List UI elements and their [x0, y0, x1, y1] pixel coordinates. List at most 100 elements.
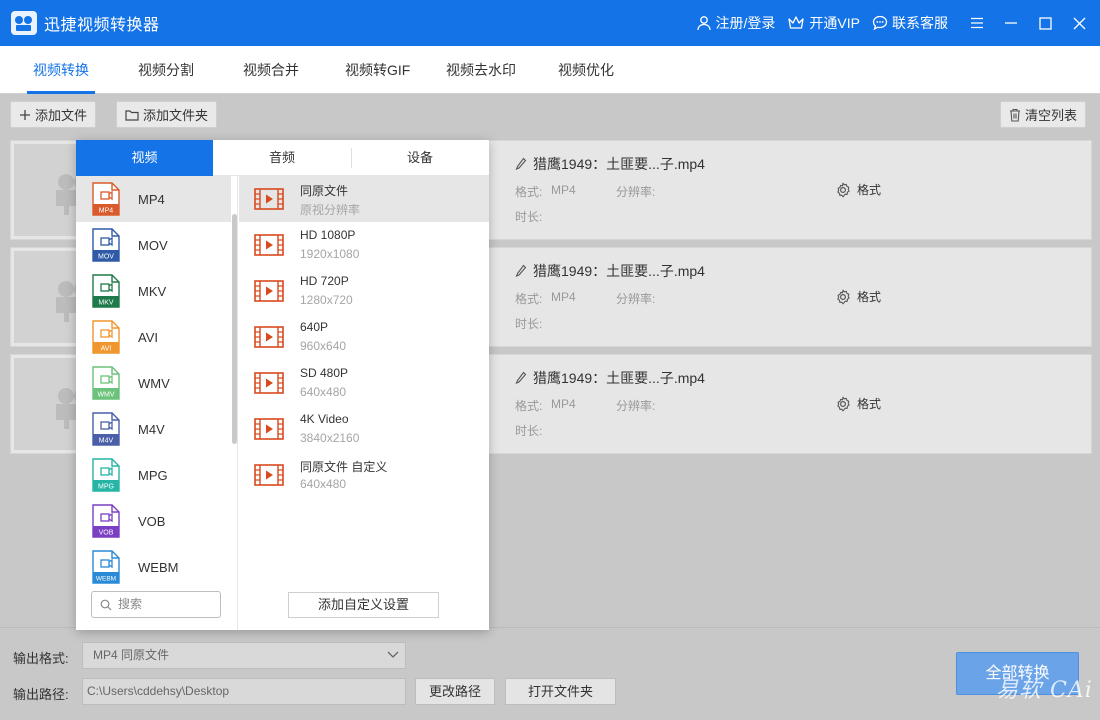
tab-video-to-gif[interactable]: 视频转GIF: [345, 46, 410, 94]
bottom-bar: 输出格式: MP4 同原文件 输出路径: C:\Users\cddehsy\De…: [0, 627, 1100, 720]
format-label: 格式:: [515, 185, 543, 199]
preset-item[interactable]: HD 720P 1280x720: [239, 268, 489, 314]
title-bar: 迅捷视频转换器 注册/登录 开通VIP 联系客服: [0, 0, 1100, 46]
video-file-icon: [254, 372, 284, 394]
format-item-avi[interactable]: AVI AVI: [76, 314, 231, 360]
format-label: WMV: [138, 375, 170, 391]
tab-remove-watermark[interactable]: 视频去水印: [446, 46, 516, 94]
video-file-icon: [254, 418, 284, 440]
svg-text:MKV: MKV: [98, 300, 114, 307]
vip-label: 开通VIP: [809, 15, 860, 31]
login-link[interactable]: 注册/登录: [696, 13, 776, 33]
format-item-m4v[interactable]: M4V M4V: [76, 406, 231, 452]
video-file-icon: [254, 234, 284, 256]
format-settings-button[interactable]: 格式: [835, 288, 881, 305]
plus-icon: [20, 109, 30, 120]
output-path-field[interactable]: C:\Users\cddehsy\Desktop: [82, 678, 406, 705]
format-search-input[interactable]: 搜索: [91, 591, 221, 618]
tab-video-split[interactable]: 视频分割: [138, 46, 194, 94]
add-folder-button[interactable]: 添加文件夹: [116, 101, 218, 128]
svg-text:WEBM: WEBM: [96, 576, 116, 583]
vob-file-icon: VOB: [92, 504, 120, 538]
login-label: 注册/登录: [715, 15, 776, 31]
avi-file-icon: AVI: [92, 320, 120, 354]
mpg-file-icon: MPG: [92, 458, 120, 492]
m4v-file-icon: M4V: [92, 412, 120, 446]
add-file-button[interactable]: 添加文件: [10, 101, 97, 128]
file-name-text: 猎鹰1949：土匪要...子.mp4: [533, 263, 705, 279]
search-placeholder: 搜索: [118, 597, 143, 611]
preset-item[interactable]: SD 480P 640x480: [239, 360, 489, 406]
tab-audio[interactable]: 音频: [213, 140, 351, 176]
preset-name: 同原文件: [300, 184, 349, 198]
tab-video-optimize[interactable]: 视频优化: [558, 46, 614, 94]
minimize-button[interactable]: [994, 0, 1028, 46]
file-name[interactable]: 猎鹰1949：土匪要...子.mp4: [515, 368, 705, 388]
output-format-select[interactable]: MP4 同原文件: [82, 642, 406, 669]
edit-icon: [515, 264, 527, 277]
file-name[interactable]: 猎鹰1949：土匪要...子.mp4: [515, 154, 705, 174]
add-custom-setting-button[interactable]: 添加自定义设置: [288, 592, 439, 618]
service-label: 联系客服: [892, 15, 948, 31]
format-item-vob[interactable]: VOB VOB: [76, 498, 231, 544]
tab-device[interactable]: 设备: [351, 140, 489, 176]
minimize-icon: [1005, 22, 1017, 24]
format-item-mp4[interactable]: MP4 MP4: [76, 176, 231, 222]
format-settings-button[interactable]: 格式: [835, 181, 881, 198]
output-path-label: 输出路径:: [13, 687, 69, 702]
format-value: MP4: [551, 290, 576, 304]
format-item-wmv[interactable]: WMV WMV: [76, 360, 231, 406]
preset-item[interactable]: HD 1080P 1920x1080: [239, 222, 489, 268]
format-label: MPG: [138, 467, 168, 483]
format-item-mov[interactable]: MOV MOV: [76, 222, 231, 268]
toolbar: 添加文件 添加文件夹 清空列表: [0, 94, 1100, 136]
format-label: MKV: [138, 283, 167, 299]
svg-text:M4V: M4V: [99, 438, 114, 445]
preset-item[interactable]: 同原文件 原视分辨率: [239, 176, 489, 222]
video-thumbnail: [14, 251, 92, 343]
preset-item[interactable]: 4K Video 3840x2160: [239, 406, 489, 452]
tab-video-convert[interactable]: 视频转换: [27, 46, 95, 94]
output-format-label: 输出格式:: [13, 651, 69, 666]
open-folder-button[interactable]: 打开文件夹: [505, 678, 616, 705]
mp4-file-icon: MP4: [92, 182, 120, 216]
clear-list-button[interactable]: 清空列表: [1000, 101, 1087, 128]
format-item-mpg[interactable]: MPG MPG: [76, 452, 231, 498]
gear-icon: [837, 289, 850, 304]
svg-text:AVI: AVI: [101, 346, 112, 353]
format-value: MP4: [551, 397, 576, 411]
format-label: AVI: [138, 329, 158, 345]
folder-icon: [125, 109, 139, 121]
preset-name: 4K Video: [300, 412, 349, 426]
format-value: MP4: [551, 183, 576, 197]
tab-video-merge[interactable]: 视频合并: [243, 46, 299, 94]
video-file-icon: [254, 464, 284, 486]
watermark-logo: 易软 CAi: [996, 678, 1093, 703]
preset-item[interactable]: 同原文件 自定义 640x480: [239, 452, 489, 498]
maximize-button[interactable]: [1028, 0, 1062, 46]
chat-icon: [872, 15, 888, 31]
resolution-label: 分辨率:: [616, 185, 656, 199]
format-item-mkv[interactable]: MKV MKV: [76, 268, 231, 314]
svg-text:MP4: MP4: [99, 208, 114, 215]
gear-icon: [837, 182, 850, 197]
main-nav: 视频转换 视频分割 视频合并 视频转GIF 视频去水印 视频优化: [0, 46, 1100, 94]
format-settings-button[interactable]: 格式: [835, 395, 881, 412]
service-link[interactable]: 联系客服: [872, 13, 948, 33]
file-name[interactable]: 猎鹰1949：土匪要...子.mp4: [515, 261, 705, 281]
preset-resolution: 1280x720: [300, 293, 353, 307]
app-logo-icon: [11, 11, 37, 35]
format-item-webm[interactable]: WEBM WEBM: [76, 544, 231, 590]
tab-video[interactable]: 视频: [76, 140, 213, 176]
svg-text:MOV: MOV: [98, 254, 114, 261]
preset-item[interactable]: 640P 960x640: [239, 314, 489, 360]
close-button[interactable]: [1062, 0, 1096, 46]
change-path-button[interactable]: 更改路径: [415, 678, 495, 705]
chevron-down-icon: [387, 651, 399, 658]
menu-icon: [971, 17, 983, 29]
vip-link[interactable]: 开通VIP: [787, 13, 860, 33]
file-name-text: 猎鹰1949：土匪要...子.mp4: [533, 370, 705, 386]
menu-button[interactable]: [960, 0, 994, 46]
edit-icon: [515, 371, 527, 384]
format-list-scrollbar[interactable]: [232, 214, 237, 444]
